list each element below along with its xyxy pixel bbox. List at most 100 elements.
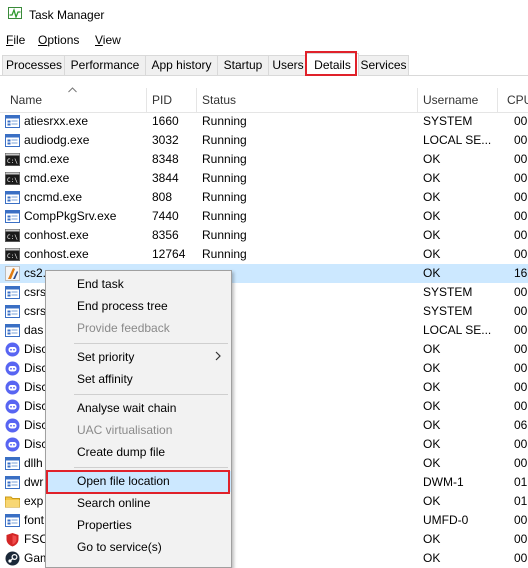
window-app-icon	[5, 191, 20, 204]
process-row[interactable]: C:\ conhost.exe 12764 Running OK 00	[0, 245, 528, 264]
process-username: SYSTEM	[423, 114, 473, 128]
discord-icon	[5, 399, 20, 414]
tab-processes[interactable]: Processes	[2, 55, 66, 75]
discord-icon	[5, 380, 20, 395]
process-cpu: 00	[514, 342, 528, 356]
ctx-open-file-location[interactable]: Open file location	[46, 471, 231, 492]
column-pid[interactable]: PID	[152, 93, 172, 107]
menu-file[interactable]: File	[6, 33, 25, 47]
window-app-icon	[5, 134, 20, 147]
cs2-icon	[5, 266, 20, 281]
process-cpu: 00	[514, 171, 528, 185]
svg-text:C:\: C:\	[7, 234, 18, 241]
tab-performance[interactable]: Performance	[64, 55, 146, 75]
process-cpu: 01	[514, 475, 528, 489]
process-cpu: 00	[514, 361, 528, 375]
menu-options[interactable]: Options	[38, 33, 79, 47]
ctx-create-dump-file[interactable]: Create dump file	[46, 442, 231, 463]
process-row[interactable]: audiodg.exe 3032 Running LOCAL SE... 00	[0, 131, 528, 150]
process-pid: 3032	[152, 133, 179, 147]
process-username: OK	[423, 247, 441, 261]
process-cpu: 00	[514, 513, 528, 527]
ctx-uac-virtualisation: UAC virtualisation	[46, 420, 231, 441]
ctx-properties[interactable]: Properties	[46, 515, 231, 536]
process-name: conhost.exe	[24, 228, 89, 242]
ctx-search-online[interactable]: Search online	[46, 493, 231, 514]
process-username: OK	[423, 399, 441, 413]
process-cpu: 00	[514, 228, 528, 242]
ctx-set-priority-label: Set priority	[77, 350, 135, 364]
menu-bar: File Options View	[0, 31, 528, 49]
column-username[interactable]: Username	[423, 93, 478, 107]
process-status: Running	[202, 228, 247, 242]
ctx-analyse-wait-chain[interactable]: Analyse wait chain	[46, 398, 231, 419]
process-row[interactable]: CompPkgSrv.exe 7440 Running OK 00	[0, 207, 528, 226]
column-header-row: Name PID Status Username CPU	[0, 87, 528, 113]
title-bar: Task Manager	[0, 0, 528, 30]
column-cpu[interactable]: CPU	[507, 93, 528, 107]
process-username: OK	[423, 342, 441, 356]
process-cpu: 16	[514, 266, 528, 280]
process-cpu: 00	[514, 285, 528, 299]
ctx-open-file-location-label: Open file location	[77, 474, 170, 488]
process-cpu: 00	[514, 209, 528, 223]
process-cpu: 00	[514, 399, 528, 413]
process-name: CompPkgSrv.exe	[24, 209, 117, 223]
process-name: cncmd.exe	[24, 190, 83, 204]
tab-users[interactable]: Users	[268, 55, 308, 75]
process-row[interactable]: C:\ conhost.exe 8356 Running OK 00	[0, 226, 528, 245]
menu-view[interactable]: View	[95, 33, 121, 47]
process-cpu: 00	[514, 247, 528, 261]
window-app-icon	[5, 115, 20, 128]
ctx-set-priority[interactable]: Set priority	[46, 347, 231, 368]
process-cpu: 01	[514, 494, 528, 508]
process-username: OK	[423, 532, 441, 546]
ctx-end-process-tree[interactable]: End process tree	[46, 296, 231, 317]
column-name[interactable]: Name	[10, 93, 42, 107]
window-title: Task Manager	[29, 8, 105, 22]
tab-app-history[interactable]: App history	[145, 55, 218, 75]
process-name: cmd.exe	[24, 171, 70, 185]
process-username: LOCAL SE...	[423, 133, 492, 147]
process-cpu: 00	[514, 152, 528, 166]
process-username: OK	[423, 551, 441, 565]
window-app-icon	[5, 210, 20, 223]
process-cpu: 00	[514, 456, 528, 470]
process-pid: 7440	[152, 209, 179, 223]
context-menu: End task End process tree Provide feedback…	[45, 270, 232, 568]
window-app-icon	[5, 324, 20, 337]
process-pid: 1660	[152, 114, 179, 128]
process-username: OK	[423, 456, 441, 470]
tab-details[interactable]: Details	[306, 53, 359, 76]
process-username: OK	[423, 361, 441, 375]
process-status: Running	[202, 209, 247, 223]
console-icon: C:\	[5, 248, 20, 261]
ctx-end-task-label: End task	[77, 277, 124, 291]
ctx-create-dump-file-label: Create dump file	[77, 445, 166, 459]
process-status: Running	[202, 190, 247, 204]
ctx-end-task[interactable]: End task	[46, 274, 231, 295]
tab-services[interactable]: Services	[358, 55, 409, 75]
menu-separator	[74, 394, 228, 395]
process-row[interactable]: C:\ cmd.exe 3844 Running OK 00	[0, 169, 528, 188]
process-row[interactable]: C:\ cmd.exe 8348 Running OK 00	[0, 150, 528, 169]
tab-startup[interactable]: Startup	[217, 55, 269, 75]
ctx-set-affinity[interactable]: Set affinity	[46, 369, 231, 390]
column-status[interactable]: Status	[202, 93, 236, 107]
process-username: OK	[423, 437, 441, 451]
discord-icon	[5, 361, 20, 376]
process-username: OK	[423, 228, 441, 242]
ctx-search-online-label: Search online	[77, 496, 151, 510]
ctx-end-process-tree-label: End process tree	[77, 299, 168, 313]
process-name: conhost.exe	[24, 247, 89, 261]
process-username: OK	[423, 418, 441, 432]
process-pid: 3844	[152, 171, 179, 185]
process-username: LOCAL SE...	[423, 323, 492, 337]
process-row[interactable]: atiesrxx.exe 1660 Running SYSTEM 00	[0, 112, 528, 131]
process-username: OK	[423, 494, 441, 508]
ctx-uac-virtualisation-label: UAC virtualisation	[77, 423, 173, 437]
ctx-go-to-services[interactable]: Go to service(s)	[46, 537, 231, 558]
svg-text:C:\: C:\	[7, 253, 18, 260]
process-pid: 12764	[152, 247, 186, 261]
process-row[interactable]: cncmd.exe 808 Running OK 00	[0, 188, 528, 207]
